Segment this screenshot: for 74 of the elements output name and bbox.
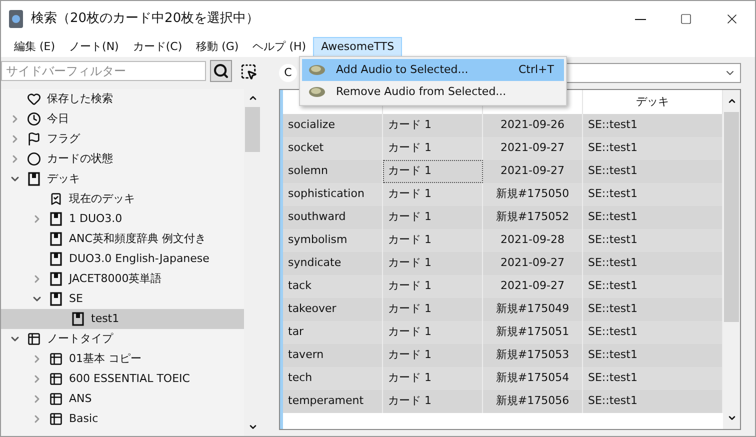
tree-item[interactable]: 1 DUO3.0 [1,209,244,229]
window-title: 検索（20枚のカード中20枚を選択中） [31,10,260,28]
table-row[interactable]: takeover カード 1 新規#175049 SE::test1 [283,298,723,321]
menu-item[interactable]: AwesomeTTS [313,37,402,57]
deck-icon [49,272,63,286]
clock-icon [27,112,41,126]
scroll-up-icon[interactable] [726,96,736,106]
deck-icon [49,212,63,226]
tree-item[interactable]: Basic [1,409,244,429]
tree-item[interactable]: ANS [1,389,244,409]
table-row[interactable]: syndicate カード 1 2021-09-27 SE::test1 [283,252,723,275]
tree-item[interactable]: ANC英和頻度辞典 例文付き [1,229,244,249]
scrollbar-thumb[interactable] [245,107,260,152]
minimize-icon [634,18,646,20]
tree-item[interactable]: 600 ESSENTIAL TOEIC [1,369,244,389]
maximize-icon [680,13,692,25]
flag-icon [27,132,41,146]
circle-icon [27,152,41,166]
menu-item[interactable]: ノート(N) [62,37,126,57]
scrollbar[interactable] [723,90,740,429]
heart-icon [27,92,41,106]
scroll-down-icon[interactable] [726,413,736,423]
deck-icon [27,172,41,186]
deck-icon [49,292,63,306]
table-row[interactable]: tar カード 1 新規#175051 SE::test1 [283,321,723,344]
table-row[interactable]: symbolism カード 1 2021-09-28 SE::test1 [283,229,723,252]
sidebar-filter-field[interactable]: サイドバーフィルター [1,61,206,81]
app-icon [9,10,23,28]
tree-item[interactable]: ノートタイプ [1,329,244,349]
table-icon [49,372,63,386]
speaker-icon [308,63,326,77]
menu-item[interactable]: ヘルプ (H) [246,37,314,57]
table-row[interactable]: socialize カード 1 2021-09-26 SE::test1 [283,114,723,137]
table-row[interactable]: sophistication カード 1 新規#175050 SE::test1 [283,183,723,206]
table-row[interactable]: solemn カード 1 2021-09-27 SE::test1 [283,160,723,183]
table-row[interactable]: southward カード 1 新規#175052 SE::test1 [283,206,723,229]
tree-item[interactable]: test1 [1,309,244,329]
menu-item[interactable]: 移動 (G) [189,37,246,57]
tree-item[interactable]: 今日 [1,109,244,129]
tree-item[interactable]: DUO3.0 English-Japanese [1,249,244,269]
toggle-button[interactable]: C [279,64,297,82]
scrollbar-thumb[interactable] [724,112,739,322]
select-icon[interactable] [240,62,257,80]
table-cell: temperament [283,390,383,413]
scroll-up-icon[interactable] [248,93,258,103]
table-row[interactable]: tack カード 1 2021-09-27 SE::test1 [283,275,723,298]
table-cell: 新規#175056 [483,390,583,413]
speaker-icon [308,85,326,99]
tree-item[interactable]: JACET8000英単語 [1,269,244,289]
tree-item[interactable]: 現在のデッキ [1,189,244,209]
menu-item[interactable]: カード(C) [126,37,190,57]
menu-option[interactable]: Remove Audio from Selected... [302,81,564,103]
scroll-down-icon[interactable] [248,422,258,432]
menu-option[interactable]: Add Audio to Selected... Ctrl+T [302,59,564,81]
tree-item[interactable]: 01基本 コピー [1,349,244,369]
tree-item[interactable]: SE [1,289,244,309]
deck-icon [49,252,63,266]
table-icon [49,392,63,406]
tree-item[interactable]: デッキ [1,169,244,189]
table-icon [27,332,41,346]
table-row[interactable]: tavern カード 1 新規#175053 SE::test1 [283,344,723,367]
table-cell: カード 1 [383,390,483,413]
table-icon [49,412,63,426]
search-button[interactable] [210,60,232,82]
table-row[interactable]: temperament カード 1 新規#175056 SE::test1 [283,390,723,413]
deck-icon [49,232,63,246]
tree-item[interactable]: カードの状態 [1,149,244,169]
table-row[interactable]: tech カード 1 新規#175054 SE::test1 [283,367,723,390]
table-row[interactable]: socket カード 1 2021-09-27 SE::test1 [283,137,723,160]
table-icon [49,352,63,366]
tree-item[interactable]: 保存した検索 [1,89,244,109]
deck-icon [71,312,85,326]
tree-item[interactable]: フラグ [1,129,244,149]
menu-item[interactable]: 編集 (E) [7,37,62,57]
